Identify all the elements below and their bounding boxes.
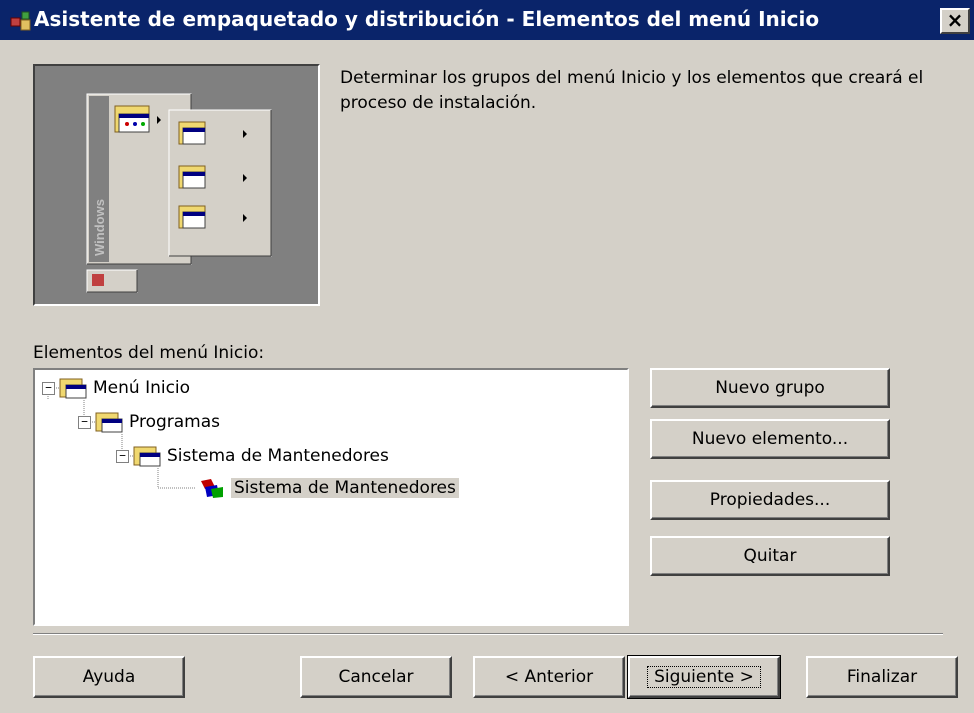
program-group-folder-icon: [59, 378, 87, 399]
tree-node-label: Menú Inicio: [93, 378, 191, 398]
tree-node-label-selected: Sistema de Mantenedores: [231, 478, 459, 498]
windows-sidebar-text: Windows: [92, 199, 107, 256]
tree-label: Elementos del menú Inicio:: [33, 343, 265, 363]
step-description: Determinar los grupos del menú Inicio y …: [340, 68, 924, 113]
tree-node-sistema-item[interactable]: Sistema de Mantenedores: [197, 476, 459, 500]
application-shortcut-icon: [201, 479, 223, 498]
tree-node-programas[interactable]: − Programas: [78, 410, 220, 434]
program-group-folder-icon: [95, 412, 123, 433]
collapse-icon[interactable]: −: [116, 449, 129, 463]
properties-button[interactable]: Propiedades...: [650, 480, 890, 520]
tree-node-label: Programas: [129, 412, 221, 432]
next-button-label: Siguiente >: [647, 666, 761, 688]
start-menu-tree[interactable]: − Menú Inicio − Programas − Sistema de M…: [33, 368, 629, 626]
window-title: Asistente de empaquetado y distribución …: [34, 7, 820, 31]
tree-node-sistema-group[interactable]: − Sistema de Mantenedores: [116, 444, 389, 468]
start-menu-illustration-graphic: Windows: [86, 93, 272, 293]
remove-button[interactable]: Quitar: [650, 536, 890, 576]
help-button[interactable]: Ayuda: [33, 656, 185, 698]
new-group-button[interactable]: Nuevo grupo: [650, 368, 890, 408]
back-button[interactable]: < Anterior: [473, 656, 625, 698]
new-item-button[interactable]: Nuevo elemento...: [650, 419, 890, 459]
close-icon: ×: [946, 8, 964, 32]
program-group-folder-icon: [133, 446, 161, 467]
finish-button[interactable]: Finalizar: [806, 656, 958, 698]
tree-node-menu-inicio[interactable]: − Menú Inicio: [42, 376, 190, 400]
close-button[interactable]: ×: [940, 8, 970, 34]
footer-separator: [33, 633, 943, 635]
cancel-button[interactable]: Cancelar: [300, 656, 452, 698]
collapse-icon[interactable]: −: [78, 415, 91, 429]
start-menu-illustration: Windows: [33, 64, 320, 306]
tree-node-label: Sistema de Mantenedores: [167, 446, 389, 466]
next-button[interactable]: Siguiente >: [627, 655, 781, 699]
collapse-icon[interactable]: −: [42, 381, 55, 395]
package-wizard-icon: [10, 11, 31, 31]
